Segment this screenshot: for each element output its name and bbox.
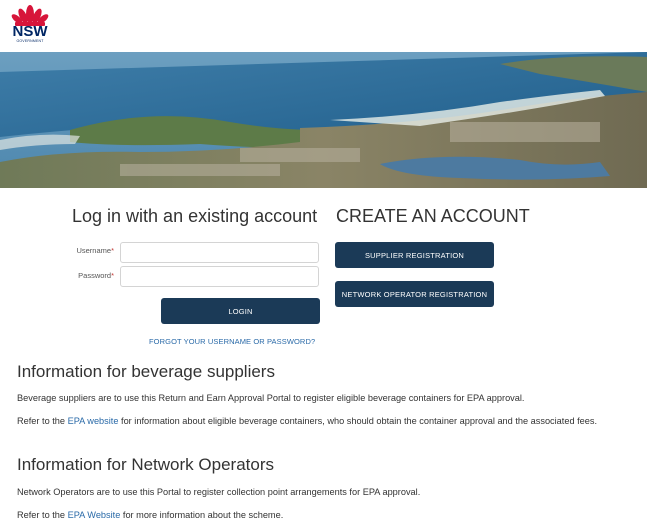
username-input[interactable] [120,242,319,263]
nsw-government-logo[interactable]: NSW GOVERNMENT [9,4,51,50]
paragraph-text: for information about eligible beverage … [118,416,598,426]
username-label-text: Username [76,246,112,255]
epa-website-link[interactable]: EPA Website [68,510,121,520]
operators-info-paragraph-2: Refer to the EPA Website for more inform… [17,508,632,523]
forgot-username-password-link[interactable]: FORGOT YOUR USERNAME OR PASSWORD? [149,337,315,346]
epa-website-link[interactable]: EPA website [68,416,119,426]
supplier-registration-button[interactable]: SUPPLIER REGISTRATION [335,242,494,268]
operators-info-heading: Information for Network Operators [17,455,274,474]
suppliers-info-heading: Information for beverage suppliers [17,362,275,381]
password-input[interactable] [120,266,319,287]
paragraph-text: Refer to the [17,510,68,520]
required-marker: * [111,246,114,255]
suppliers-info-paragraph-2: Refer to the EPA website for information… [17,414,632,429]
create-account-heading: CREATE AN ACCOUNT [336,206,530,226]
banner-image [0,52,647,188]
password-label-text: Password [78,271,112,280]
login-page: NSW GOVERNMENT Log in with an existing a… [0,0,647,525]
required-marker: * [111,271,114,280]
paragraph-text: for more information about the scheme. [120,510,284,520]
logo-subtext: GOVERNMENT [16,39,44,43]
logo-text: NSW [12,23,48,40]
username-label: Username* [54,246,114,255]
paragraph-text: Refer to the [17,416,68,426]
suppliers-info-paragraph-1: Beverage suppliers are to use this Retur… [17,393,525,403]
operators-info-paragraph-1: Network Operators are to use this Portal… [17,487,421,497]
network-operator-registration-button[interactable]: NETWORK OPERATOR REGISTRATION [335,281,494,307]
login-heading: Log in with an existing account [72,206,318,226]
login-button[interactable]: LOGIN [161,298,320,324]
password-label: Password* [54,271,114,280]
